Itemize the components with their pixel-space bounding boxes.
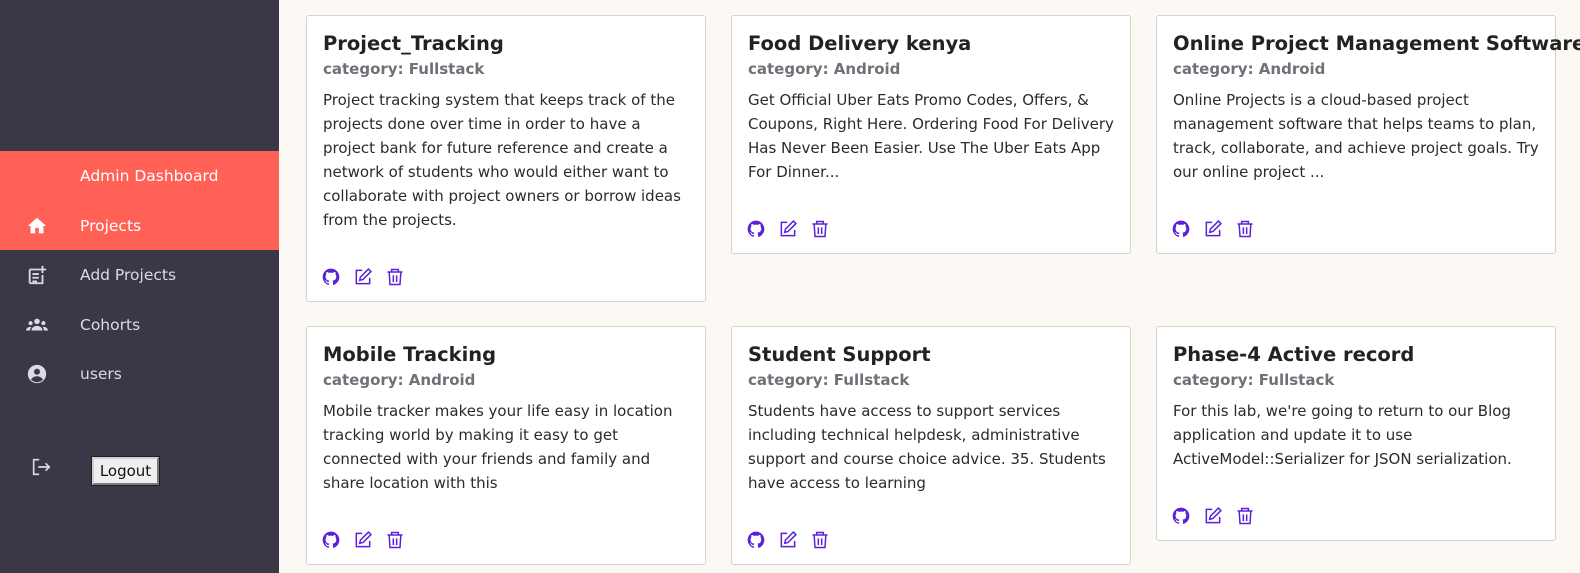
github-icon[interactable]: [321, 530, 341, 550]
project-category: category: Android: [323, 371, 476, 389]
project-card: Online Project Management Software catego…: [1156, 15, 1580, 254]
card-actions: [746, 530, 830, 550]
project-title: Student Support: [748, 343, 931, 366]
edit-icon[interactable]: [353, 530, 373, 550]
project-category: category: Fullstack: [748, 371, 910, 389]
github-icon[interactable]: [746, 219, 766, 239]
project-description: Online Projects is a cloud-based project…: [1173, 91, 1539, 181]
sidebar: Admin Dashboard Projects Add Projects Co…: [0, 0, 279, 573]
edit-icon[interactable]: [778, 219, 798, 239]
sidebar-item-projects[interactable]: Projects: [0, 201, 279, 250]
user-circle-icon: [26, 363, 48, 385]
project-category: category: Fullstack: [323, 60, 485, 78]
sidebar-item-add-projects[interactable]: Add Projects: [0, 250, 279, 300]
project-description: Project tracking system that keeps track…: [323, 91, 681, 229]
github-icon[interactable]: [321, 267, 341, 287]
home-icon: [26, 215, 48, 237]
project-card: Food Delivery kenya category: Android Get …: [731, 15, 1131, 254]
project-title: Food Delivery kenya: [748, 32, 972, 55]
project-category: category: Android: [1173, 60, 1326, 78]
trash-icon[interactable]: [810, 530, 830, 550]
github-icon[interactable]: [1171, 506, 1191, 526]
sidebar-item-label: Admin Dashboard: [80, 167, 219, 185]
card-actions: [746, 219, 830, 239]
project-category: category: Fullstack: [1173, 371, 1335, 389]
logout-button[interactable]: Logout: [91, 456, 160, 486]
sidebar-item-label: Projects: [80, 216, 142, 235]
edit-icon[interactable]: [778, 530, 798, 550]
project-category: category: Android: [748, 60, 901, 78]
project-description: Students have access to support services…: [748, 402, 1106, 492]
group-icon: [26, 314, 48, 336]
project-card: Mobile Tracking category: Android Mobile t…: [306, 326, 706, 565]
card-actions: [321, 267, 405, 287]
card-actions: [321, 530, 405, 550]
add-note-icon: [26, 264, 48, 286]
project-description: For this lab, we're going to return to o…: [1173, 402, 1512, 468]
project-title: Phase-4 Active record: [1173, 343, 1415, 366]
sidebar-item-label: Cohorts: [80, 316, 141, 334]
edit-icon[interactable]: [1203, 219, 1223, 239]
github-icon[interactable]: [746, 530, 766, 550]
card-actions: [1171, 506, 1255, 526]
trash-icon[interactable]: [385, 267, 405, 287]
edit-icon[interactable]: [353, 267, 373, 287]
sidebar-item-label: users: [80, 365, 122, 383]
sidebar-item-label: Add Projects: [80, 266, 177, 284]
github-icon[interactable]: [1171, 219, 1191, 239]
card-actions: [1171, 219, 1255, 239]
sidebar-item-cohorts[interactable]: Cohorts: [0, 300, 279, 350]
project-title: Mobile Tracking: [323, 343, 497, 366]
trash-icon[interactable]: [385, 530, 405, 550]
project-card: Phase-4 Active record category: Fullstack…: [1156, 326, 1556, 541]
trash-icon[interactable]: [810, 219, 830, 239]
trash-icon[interactable]: [1235, 219, 1255, 239]
edit-icon[interactable]: [1203, 506, 1223, 526]
project-description: Mobile tracker makes your life easy in l…: [323, 402, 673, 492]
project-description: Get Official Uber Eats Promo Codes, Offe…: [748, 91, 1114, 181]
project-card: Student Support category: Fullstack Studen…: [731, 326, 1131, 565]
trash-icon[interactable]: [1235, 506, 1255, 526]
project-card: Project_Tracking category: Fullstack Proje…: [306, 15, 706, 302]
logout-icon[interactable]: [30, 456, 52, 478]
sidebar-item-users[interactable]: users: [0, 349, 279, 399]
sidebar-item-admin-dashboard[interactable]: Admin Dashboard: [0, 151, 279, 201]
project-title: Online Project Management Software: [1173, 32, 1580, 55]
project-title: Project_Tracking: [323, 32, 504, 55]
